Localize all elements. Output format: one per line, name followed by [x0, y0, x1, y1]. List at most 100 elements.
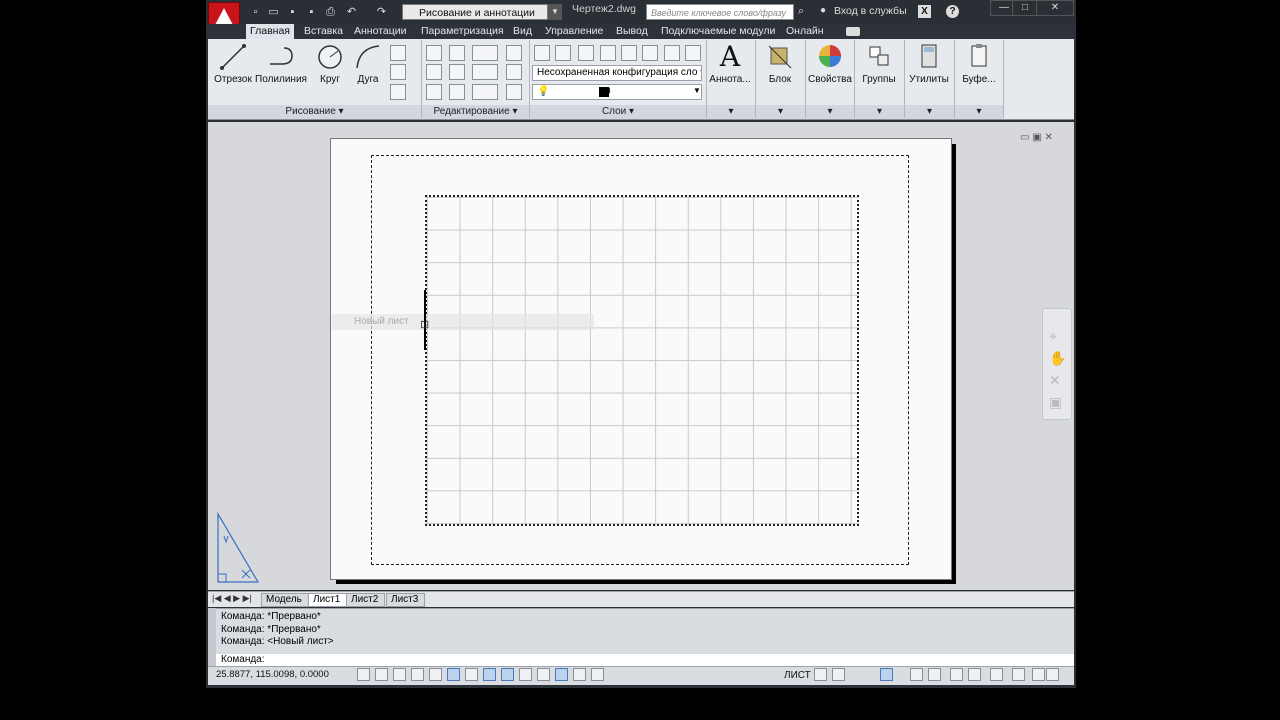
help-icon[interactable]: ?: [946, 5, 959, 18]
layer-state-select[interactable]: Несохраненная конфигурация сло ▾: [532, 65, 702, 81]
maximize-button[interactable]: □: [1012, 0, 1038, 16]
workspace-dropdown-icon[interactable]: ▼: [548, 4, 562, 20]
explode-icon[interactable]: [506, 64, 522, 80]
tab-parametric[interactable]: Параметризация: [417, 24, 508, 39]
redo-icon[interactable]: ↷: [374, 5, 389, 20]
layer-properties-icon[interactable]: [534, 45, 550, 61]
osnap-toggle[interactable]: [447, 668, 460, 681]
region-icon[interactable]: [390, 84, 406, 100]
layer-select[interactable]: 0: [532, 84, 702, 100]
fillet-icon[interactable]: [472, 64, 498, 80]
hardware-acceleration-icon[interactable]: [990, 668, 1003, 681]
tab-home[interactable]: Главная: [246, 24, 294, 39]
rotate-icon[interactable]: [449, 45, 465, 61]
workspace-select[interactable]: Рисование и аннотации: [402, 4, 548, 20]
quick-properties-toggle[interactable]: [573, 668, 586, 681]
rectangle-icon[interactable]: [390, 45, 406, 61]
hatch-icon[interactable]: [390, 64, 406, 80]
grid-toggle[interactable]: [393, 668, 406, 681]
isolate-objects-icon[interactable]: [1012, 668, 1025, 681]
scale-icon[interactable]: [449, 84, 465, 100]
layout-viewport[interactable]: [425, 195, 859, 526]
chevron-down-icon[interactable]: ▾: [905, 105, 954, 119]
draw-panel-title[interactable]: Рисование ▾: [208, 105, 421, 119]
maximize-viewport-icon[interactable]: [880, 668, 893, 681]
search-input[interactable]: Введите ключевое слово/фразу: [646, 4, 794, 20]
exchange-icon[interactable]: X: [918, 5, 931, 18]
undo-icon[interactable]: ↶: [344, 5, 359, 20]
ortho-toggle[interactable]: [411, 668, 424, 681]
utilities-button[interactable]: Утилиты: [905, 42, 953, 85]
tab-nav-arrows-icon[interactable]: |◀ ◀ ▶ ▶|: [212, 593, 252, 604]
layout-tab-sheet3[interactable]: Лист3: [386, 593, 426, 607]
mirror-icon[interactable]: [449, 64, 465, 80]
layout-tab-sheet1[interactable]: Лист1: [308, 593, 348, 607]
lock-icon[interactable]: [968, 668, 981, 681]
clipboard-button[interactable]: Буфе...: [955, 42, 1003, 85]
tab-manage[interactable]: Управление: [541, 24, 607, 39]
nav-tools-icon[interactable]: ⌖ ✋ ✕ ▣: [1049, 325, 1066, 413]
selection-cycling-toggle[interactable]: [591, 668, 604, 681]
trim-icon[interactable]: [472, 45, 498, 61]
offset-icon[interactable]: [506, 84, 522, 100]
3d-osnap-toggle[interactable]: [465, 668, 478, 681]
space-label[interactable]: ЛИСТ: [784, 670, 811, 681]
layers-panel-title[interactable]: Слои ▾: [530, 105, 706, 119]
ducs-toggle[interactable]: [501, 668, 514, 681]
workspace-switch-icon[interactable]: [950, 668, 963, 681]
login-button[interactable]: Вход в службы: [834, 5, 907, 17]
block-button[interactable]: Блок: [756, 42, 804, 85]
snap-toggle[interactable]: [375, 668, 388, 681]
tab-online[interactable]: Онлайн: [782, 24, 828, 39]
otrack-toggle[interactable]: [483, 668, 496, 681]
layer-icon[interactable]: [578, 45, 594, 61]
quick-view-layouts-icon[interactable]: [814, 668, 827, 681]
layout-tab-model[interactable]: Модель: [261, 593, 309, 607]
save-icon[interactable]: ▪: [285, 5, 300, 20]
tab-plugins[interactable]: Подключаемые модули: [657, 24, 779, 39]
erase-icon[interactable]: [506, 45, 522, 61]
layer-state-icon[interactable]: [555, 45, 571, 61]
chevron-down-icon[interactable]: ▾: [955, 105, 1003, 119]
transparency-toggle[interactable]: [555, 668, 568, 681]
tab-view[interactable]: Вид: [509, 24, 536, 39]
tab-options-icon[interactable]: [846, 27, 860, 36]
dyn-toggle[interactable]: [519, 668, 532, 681]
tab-output[interactable]: Вывод: [612, 24, 652, 39]
annotation-visibility-icon[interactable]: [928, 668, 941, 681]
chevron-down-icon[interactable]: ▾: [855, 105, 904, 119]
infer-constraints-toggle[interactable]: [357, 668, 370, 681]
chevron-down-icon[interactable]: ▾: [707, 105, 755, 119]
properties-button[interactable]: Свойства: [806, 42, 854, 85]
array-icon[interactable]: [472, 84, 498, 100]
polar-toggle[interactable]: [429, 668, 442, 681]
layer-icon[interactable]: [664, 45, 680, 61]
annotation-button[interactable]: A Аннота...: [706, 42, 754, 86]
print-icon[interactable]: ⎙: [323, 5, 338, 20]
stretch-icon[interactable]: [426, 84, 442, 100]
arc-tool[interactable]: Дуга: [344, 42, 392, 85]
binoculars-icon[interactable]: ⌕: [798, 5, 804, 18]
polyline-tool[interactable]: Полилиния: [254, 42, 308, 85]
viewport-window-controls[interactable]: ▭ ▣ ✕: [1020, 132, 1053, 143]
chevron-down-icon[interactable]: ▾: [756, 105, 805, 119]
saveas-icon[interactable]: ▪: [304, 5, 319, 20]
command-input[interactable]: Команда:: [216, 654, 1074, 666]
command-grip[interactable]: [208, 608, 216, 666]
quick-view-drawings-icon[interactable]: [832, 668, 845, 681]
move-icon[interactable]: [426, 45, 442, 61]
clean-screen-icon[interactable]: [1046, 668, 1059, 681]
groups-button[interactable]: Группы: [855, 42, 903, 85]
open-icon[interactable]: ▭: [266, 5, 281, 20]
status-menu-icon[interactable]: [1032, 668, 1045, 681]
layout-tab-sheet2[interactable]: Лист2: [346, 593, 386, 607]
layer-icon[interactable]: [642, 45, 658, 61]
layer-icon[interactable]: [621, 45, 637, 61]
edit-panel-title[interactable]: Редактирование ▾: [422, 105, 529, 119]
coordinates-readout[interactable]: 25.8877, 115.0098, 0.0000: [216, 669, 329, 680]
annotation-scale-icon[interactable]: [910, 668, 923, 681]
tab-insert[interactable]: Вставка: [300, 24, 347, 39]
close-button[interactable]: ✕: [1036, 0, 1074, 16]
chevron-down-icon[interactable]: ▾: [806, 105, 854, 119]
copy-icon[interactable]: [426, 64, 442, 80]
